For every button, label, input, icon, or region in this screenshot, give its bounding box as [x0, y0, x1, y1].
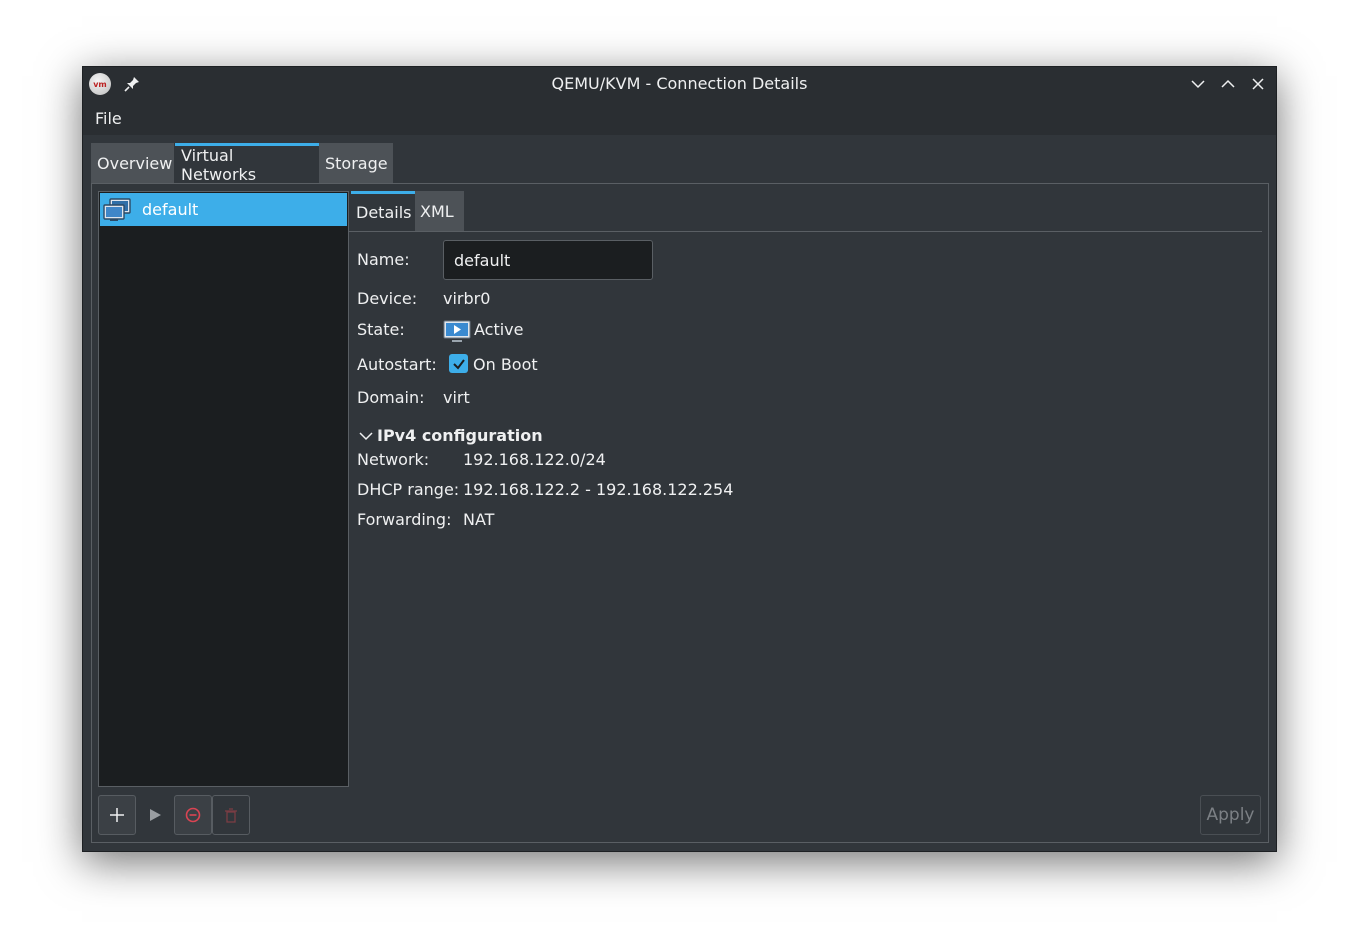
network-value: 192.168.122.0/24: [463, 450, 606, 469]
menu-file[interactable]: File: [95, 109, 122, 128]
ipv4-section-title[interactable]: IPv4 configuration: [377, 426, 543, 445]
chevron-down-icon[interactable]: [359, 429, 373, 443]
state-label: State:: [357, 320, 405, 339]
state-value: Active: [474, 320, 524, 339]
autostart-value[interactable]: On Boot: [473, 355, 538, 374]
name-input[interactable]: [443, 240, 653, 280]
network-list[interactable]: default: [98, 191, 349, 787]
window-title: QEMU/KVM - Connection Details: [551, 74, 808, 93]
device-label: Device:: [357, 289, 418, 308]
close-icon[interactable]: [1249, 75, 1267, 93]
forwarding-label: Forwarding:: [357, 510, 452, 529]
detail-tab-divider: [349, 231, 1262, 232]
minimize-icon[interactable]: [1189, 75, 1207, 93]
start-network-button[interactable]: [136, 795, 174, 835]
tab-storage[interactable]: Storage: [319, 143, 393, 183]
stop-network-button[interactable]: [174, 795, 212, 835]
forwarding-value: NAT: [463, 510, 495, 529]
domain-label: Domain:: [357, 388, 425, 407]
autostart-label: Autostart:: [357, 355, 437, 374]
domain-value: virt: [443, 388, 470, 407]
stop-icon: [185, 807, 201, 823]
apply-button[interactable]: Apply: [1200, 795, 1261, 835]
menu-bar: File: [83, 101, 1276, 135]
dhcp-range-value: 192.168.122.2 - 192.168.122.254: [463, 480, 734, 499]
dhcp-range-label: DHCP range:: [357, 480, 460, 499]
name-label: Name:: [357, 250, 410, 269]
network-icon: [103, 197, 131, 221]
tab-details[interactable]: Details: [351, 191, 415, 231]
checkmark-icon: [452, 358, 465, 370]
monitor-active-icon: [443, 320, 471, 342]
list-item-default[interactable]: default: [100, 193, 347, 226]
add-network-button[interactable]: [98, 795, 136, 835]
network-name: default: [142, 200, 199, 219]
connection-details-window: vm QEMU/KVM - Connection Details File Ov…: [82, 66, 1277, 852]
device-value: virbr0: [443, 289, 491, 308]
trash-icon: [225, 808, 237, 823]
tab-virtual-networks[interactable]: Virtual Networks: [175, 143, 319, 184]
play-icon: [150, 809, 161, 821]
autostart-checkbox[interactable]: [449, 354, 468, 373]
plus-icon: [110, 808, 124, 822]
tab-overview[interactable]: Overview: [91, 143, 174, 183]
title-bar[interactable]: vm QEMU/KVM - Connection Details: [83, 67, 1276, 101]
maximize-icon[interactable]: [1219, 75, 1237, 93]
delete-network-button[interactable]: [212, 795, 250, 835]
tab-xml[interactable]: XML: [415, 191, 464, 231]
network-label: Network:: [357, 450, 430, 469]
